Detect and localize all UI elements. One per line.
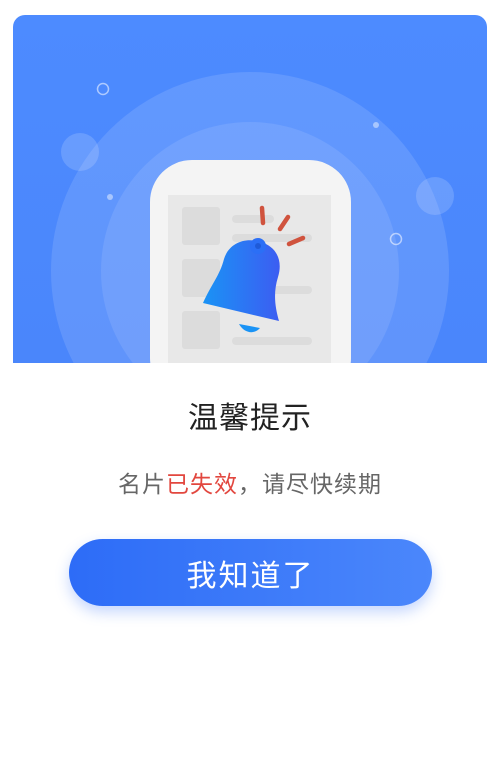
bubble [107, 194, 113, 200]
placeholder-block [182, 311, 220, 349]
expired-card-dialog: 温馨提示 名片已失效，请尽快续期 我知道了 [0, 0, 500, 758]
message-highlight: 已失效 [166, 472, 238, 498]
message-suffix: ，请尽快续期 [238, 472, 382, 498]
dialog-message: 名片已失效，请尽快续期 [0, 465, 500, 499]
dialog-title: 温馨提示 [188, 401, 312, 436]
bubble [373, 122, 379, 128]
hero-illustration [13, 15, 487, 363]
placeholder-line [232, 215, 274, 223]
bubble [61, 133, 99, 171]
bubble [96, 82, 110, 96]
placeholder-block [182, 207, 220, 245]
message-prefix: 名片 [118, 472, 166, 498]
bubble [416, 177, 454, 215]
card-bell-illustration [51, 72, 454, 363]
acknowledge-button[interactable]: 我知道了 [69, 539, 432, 606]
placeholder-line [232, 337, 312, 345]
